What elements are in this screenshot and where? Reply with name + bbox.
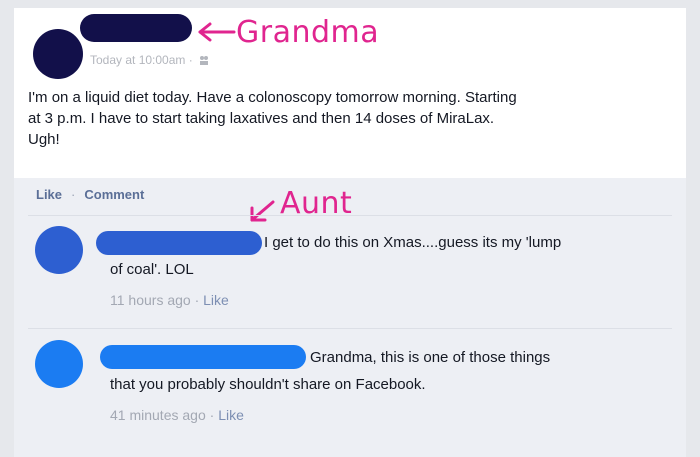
comment-like-link[interactable]: Like	[218, 407, 244, 423]
post-text-line: at 3 p.m. I have to start taking laxativ…	[28, 110, 495, 127]
commenter-name-redacted[interactable]	[100, 345, 306, 369]
divider	[28, 328, 672, 329]
comment-text-line: of coal'. LOL	[110, 261, 194, 278]
divider	[28, 215, 672, 216]
post-timestamp[interactable]: Today at 10:00am ·	[90, 53, 193, 67]
comment-text: I get to do this on Xmas....guess its my…	[264, 230, 561, 255]
comment-like-link[interactable]: Like	[203, 292, 229, 308]
privacy-icon[interactable]	[199, 55, 209, 65]
post-text-line: I'm on a liquid diet today. Have a colon…	[28, 89, 517, 106]
arrow-down-left-icon	[250, 200, 275, 222]
comment-text-line: that you probably shouldn't share on Fac…	[110, 376, 426, 393]
comment-timestamp[interactable]: 41 minutes ago ·	[110, 407, 214, 423]
comment-text: that you probably shouldn't share on Fac…	[110, 372, 426, 397]
comment-meta: 41 minutes ago · Like	[110, 407, 244, 423]
comment-text: of coal'. LOL	[110, 257, 194, 282]
author-name-redacted[interactable]	[80, 14, 192, 42]
avatar[interactable]	[33, 29, 83, 79]
comment-link[interactable]: Comment	[84, 187, 144, 202]
like-link[interactable]: Like	[36, 187, 62, 202]
comment-text-line: Grandma, this is one of those things	[310, 349, 551, 366]
commenter-name-redacted[interactable]	[96, 231, 262, 255]
comment-avatar[interactable]	[35, 340, 83, 388]
post-text-line: Ugh!	[28, 131, 60, 148]
comment-meta: 11 hours ago · Like	[110, 292, 229, 308]
comment-avatar[interactable]	[35, 226, 83, 274]
post-actions: Like · Comment	[36, 187, 144, 202]
comment-text-line: I get to do this on Xmas....guess its my…	[264, 234, 562, 251]
annotation-grandma: Grandma	[236, 15, 380, 50]
post-meta: Today at 10:00am ·	[90, 53, 209, 67]
comment-text: Grandma, this is one of those things	[310, 345, 550, 370]
post-body: I'm on a liquid diet today. Have a colon…	[28, 87, 678, 150]
comment-timestamp[interactable]: 11 hours ago ·	[110, 292, 199, 308]
arrow-left-icon	[198, 22, 236, 42]
separator-dot: ·	[71, 187, 76, 202]
